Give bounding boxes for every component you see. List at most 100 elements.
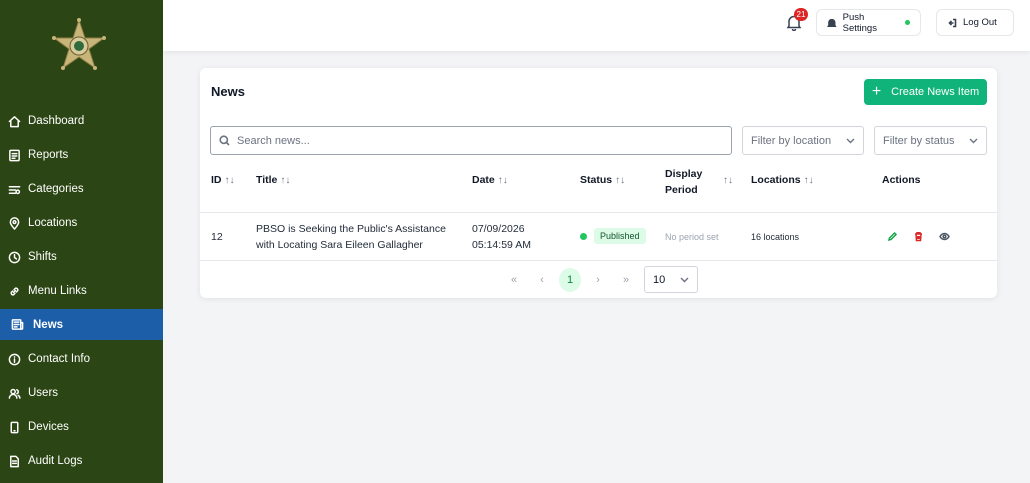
sidebar-item-label: Locations [28,217,78,229]
push-settings-label: Push Settings [842,11,877,34]
logout-button[interactable]: Log Out [936,9,1014,36]
prev-page-button[interactable]: ‹ [531,268,553,292]
home-icon [7,114,21,128]
reports-icon [7,148,21,162]
row-display-period: No period set [665,232,719,242]
status-dot [580,232,587,240]
sidebar-item-contact-info[interactable]: Contact Info [0,342,163,376]
categories-icon [7,182,21,196]
column-header-label: Locations [751,174,801,186]
column-header-label: ID [211,174,222,186]
column-header-date[interactable]: Date ↑↓ [472,174,508,186]
users-icon [7,386,21,400]
sidebar-item-dashboard[interactable]: Dashboard [0,104,163,138]
search-box [210,126,732,155]
divider [200,260,997,261]
sidebar-item-categories[interactable]: Categories [0,172,163,206]
first-page-button[interactable]: « [503,268,525,292]
row-id: 12 [211,231,223,243]
bell-small-icon [827,18,837,27]
location-pin-icon [7,216,21,230]
sidebar-item-label: Shifts [28,251,57,263]
sidebar-item-label: Menu Links [28,285,87,297]
sidebar-item-label: Reports [28,149,69,161]
sidebar-item-label: Devices [28,421,69,433]
sort-icon: ↑↓ [497,175,508,186]
next-page-button[interactable]: › [587,268,609,292]
info-icon [7,352,21,366]
column-header-label: Title [256,174,278,186]
row-date-line: 07/09/2026 [472,223,525,235]
clock-icon [7,250,21,264]
news-card: News + Create News Item Filter by locati… [200,68,997,298]
filter-status-label: Filter by status [883,134,955,147]
sidebar-item-label: Categories [28,183,84,195]
sidebar-item-news[interactable]: News [0,309,163,340]
row-title[interactable]: PBSO is Seeking the Public's Assistance … [256,221,446,253]
filter-location-label: Filter by location [751,134,832,147]
edit-icon[interactable] [887,231,898,247]
sidebar-item-reports[interactable]: Reports [0,138,163,172]
sidebar-item-label: Audit Logs [28,455,83,467]
row-title-line: with Locating Sara Eileen Gallagher [256,239,423,251]
top-bar: 21 Push Settings Log Out [163,0,1030,51]
search-icon [219,135,230,146]
chevron-down-icon [969,138,978,143]
column-header-display-period[interactable]: Display Period [665,166,702,198]
filter-status-select[interactable]: Filter by status [874,126,987,155]
status-badge: Published [580,228,646,244]
sidebar-item-label: News [33,318,64,331]
sort-icon: ↑↓ [803,175,814,186]
column-header-label: Display [665,168,703,180]
delete-icon[interactable] [913,231,924,247]
logout-icon [948,18,957,27]
page-size-select[interactable]: 10 [644,266,698,293]
plus-icon: + [871,83,882,100]
filter-location-select[interactable]: Filter by location [742,126,864,155]
sidebar-item-users[interactable]: Users [0,376,163,410]
sidebar: Dashboard Reports Categories Locations S… [0,0,163,483]
page-title: News [211,84,245,99]
sidebar-item-shifts[interactable]: Shifts [0,240,163,274]
status-dot [905,20,910,25]
create-news-button[interactable]: + Create News Item [864,79,987,105]
pagination: « ‹ 1 › » [500,268,640,292]
link-icon [7,284,21,298]
column-header-label: Status [580,174,613,186]
audit-log-icon [7,454,21,468]
column-header-status[interactable]: Status ↑↓ [580,174,625,186]
row-locations: 16 locations [751,232,800,242]
column-header-actions: Actions [882,174,921,186]
column-header-id[interactable]: ID ↑↓ [211,174,235,186]
sort-icon: ↑↓ [224,175,235,186]
page-button-current[interactable]: 1 [559,268,581,292]
last-page-button[interactable]: » [615,268,637,292]
news-icon [10,318,24,332]
sidebar-nav: Dashboard Reports Categories Locations S… [0,104,163,478]
create-news-label: Create News Item [891,86,980,98]
device-icon [7,420,21,434]
status-label: Published [594,228,646,244]
sidebar-item-audit-logs[interactable]: Audit Logs [0,444,163,478]
row-date-line: 05:14:59 AM [472,239,531,251]
column-header-label: Period [665,184,698,196]
sort-icon: ↑↓ [615,175,626,186]
push-settings-button[interactable]: Push Settings [816,9,921,36]
row-date: 07/09/2026 05:14:59 AM [472,221,531,253]
sidebar-item-locations[interactable]: Locations [0,206,163,240]
column-header-title[interactable]: Title ↑↓ [256,174,290,186]
view-icon[interactable] [939,231,950,247]
page-size-value: 10 [653,273,666,286]
sidebar-item-devices[interactable]: Devices [0,410,163,444]
sidebar-item-label: Users [28,387,59,399]
column-header-locations[interactable]: Locations ↑↓ [751,174,814,186]
notification-badge: 21 [794,8,808,21]
sidebar-item-menu-links[interactable]: Menu Links [0,274,163,308]
divider [200,212,997,213]
sort-icon[interactable]: ↑↓ [720,174,733,186]
sort-icon: ↑↓ [280,175,291,186]
chevron-down-icon [846,138,855,143]
row-title-line: PBSO is Seeking the Public's Assistance [256,223,446,235]
chevron-down-icon [680,277,689,282]
search-input[interactable] [237,134,717,147]
